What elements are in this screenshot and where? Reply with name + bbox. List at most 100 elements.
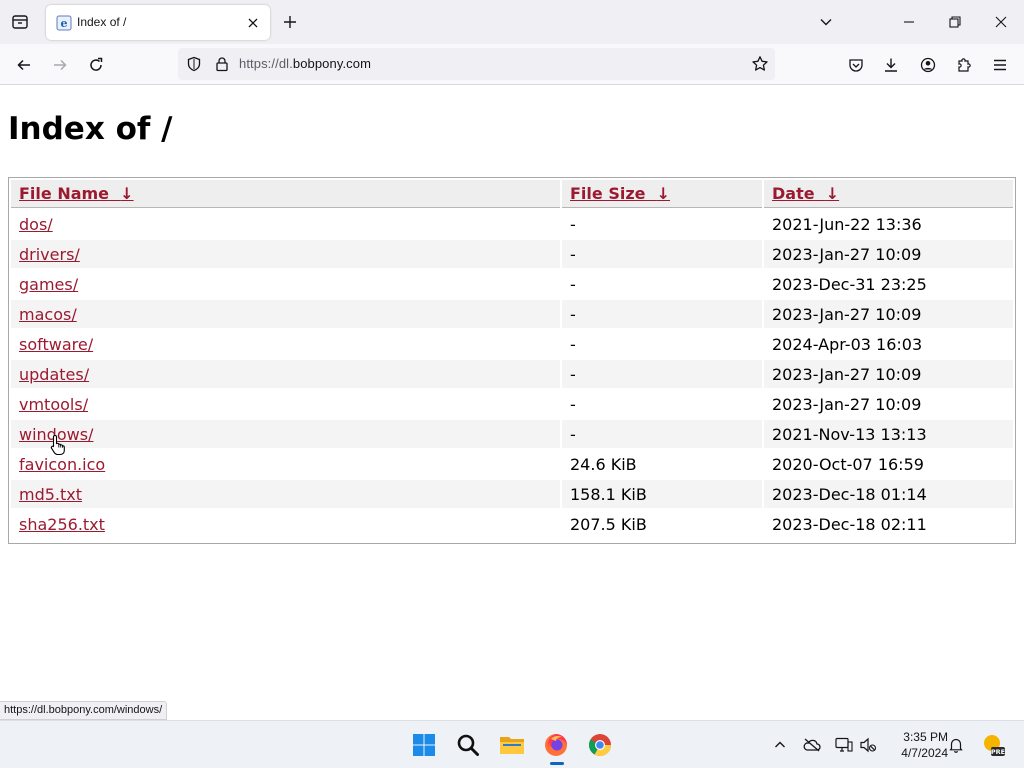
header-file-size: File Size ↓ — [562, 180, 762, 208]
file-name-cell: drivers/ — [11, 240, 560, 268]
file-link[interactable]: favicon.ico — [19, 455, 105, 474]
clock-time: 3:35 PM — [903, 730, 948, 744]
file-name-cell: windows/ — [11, 420, 560, 448]
file-size-cell: - — [562, 300, 762, 328]
tracking-protection-shield-icon[interactable] — [186, 56, 202, 72]
file-size-cell: 24.6 KiB — [570, 454, 637, 474]
table-row: vmtools/ - 2023-Jan-27 10:09 — [11, 390, 1013, 418]
table-row: favicon.ico 24.6 KiB 2020-Oct-07 16:59 — [11, 450, 1013, 478]
weather-preview-icon[interactable]: PRE — [980, 732, 1006, 758]
file-link[interactable]: updates/ — [19, 365, 89, 384]
file-size-cell: 158.1 KiB — [562, 480, 762, 508]
search-icon[interactable] — [453, 730, 483, 760]
sort-by-size-link[interactable]: File Size ↓ — [570, 184, 670, 203]
start-icon[interactable] — [409, 730, 439, 760]
file-date-cell: 2021-Jun-22 13:36 — [772, 214, 922, 234]
table-row: macos/ - 2023-Jan-27 10:09 — [11, 300, 1013, 328]
table-row: drivers/ - 2023-Jan-27 10:09 — [11, 240, 1013, 268]
table-row: sha256.txt 207.5 KiB 2023-Dec-18 02:11 — [11, 510, 1013, 538]
file-link[interactable]: dos/ — [19, 215, 53, 234]
page-title: Index of / — [8, 111, 173, 147]
ie-page-icon: e — [56, 15, 72, 31]
file-explorer-icon[interactable] — [497, 730, 527, 760]
bookmark-star-icon[interactable] — [751, 55, 769, 73]
table-row: dos/ - 2021-Jun-22 13:36 — [11, 210, 1013, 238]
header-date: Date ↓ — [764, 180, 1013, 208]
file-size-cell: - — [562, 240, 762, 268]
windows-taskbar: 3:35 PM 4/7/2024 PRE — [0, 720, 1024, 768]
onedrive-offline-icon[interactable] — [802, 735, 822, 755]
url-domain: bobpony.com — [292, 56, 372, 71]
file-link[interactable]: drivers/ — [19, 245, 80, 264]
close-tab-icon[interactable] — [244, 14, 262, 32]
file-table: File Name ↓ File Size ↓ Date ↓ dos/ - 20… — [9, 178, 1015, 540]
tab-index-of[interactable]: e Index of / — [46, 5, 270, 40]
restore-window-icon[interactable] — [945, 12, 965, 32]
file-link[interactable]: windows/ — [19, 425, 93, 444]
minimize-window-icon[interactable] — [899, 12, 919, 32]
lock-icon[interactable] — [214, 56, 230, 72]
new-tab-plus-icon[interactable] — [280, 12, 300, 32]
list-all-tabs-chevron-icon[interactable] — [816, 12, 836, 32]
file-link[interactable]: sha256.txt — [19, 515, 105, 534]
url-text[interactable]: https://dl.bobpony.com — [239, 56, 371, 71]
firefox-icon[interactable] — [541, 730, 571, 760]
taskbar-clock[interactable]: 3:35 PM 4/7/2024 — [890, 729, 948, 761]
file-date-cell: 2023-Jan-27 10:09 — [764, 360, 1013, 388]
file-date-cell: 2024-Apr-03 16:03 — [772, 334, 923, 354]
chrome-icon[interactable] — [585, 730, 615, 760]
back-arrow-icon[interactable] — [12, 53, 36, 77]
file-link[interactable]: software/ — [19, 335, 93, 354]
file-size-cell: - — [570, 214, 576, 234]
file-name-cell: dos/ — [11, 210, 560, 238]
sort-arrow-icon: ↓ — [656, 184, 671, 203]
file-link[interactable]: md5.txt — [19, 485, 82, 504]
forward-arrow-icon[interactable] — [48, 53, 72, 77]
file-link[interactable]: games/ — [19, 275, 78, 294]
file-size-cell: - — [570, 394, 576, 414]
table-row: games/ - 2023-Dec-31 23:25 — [11, 270, 1013, 298]
active-app-indicator — [550, 762, 564, 765]
file-link[interactable]: vmtools/ — [19, 395, 88, 414]
sort-by-name-link[interactable]: File Name ↓ — [19, 184, 134, 203]
file-size-cell: - — [562, 360, 762, 388]
reload-icon[interactable] — [84, 53, 108, 77]
table-row: md5.txt 158.1 KiB 2023-Dec-18 01:14 — [11, 480, 1013, 508]
file-name-cell: sha256.txt — [11, 510, 560, 538]
file-name-cell: favicon.ico — [11, 450, 560, 478]
address-bar[interactable]: https://dl.bobpony.com — [178, 48, 775, 80]
pocket-icon[interactable] — [845, 54, 867, 76]
file-link[interactable]: macos/ — [19, 305, 77, 324]
file-name-cell: md5.txt — [11, 480, 560, 508]
file-date-cell: 2020-Oct-07 16:59 — [772, 454, 924, 474]
directory-listing: File Name ↓ File Size ↓ Date ↓ dos/ - 20… — [8, 177, 1016, 544]
tab-title: Index of / — [77, 15, 127, 29]
file-size-cell: 207.5 KiB — [570, 514, 647, 534]
extensions-puzzle-icon[interactable] — [953, 54, 975, 76]
volume-muted-icon[interactable] — [858, 735, 878, 755]
file-name-cell: macos/ — [11, 300, 560, 328]
file-date-cell: 2023-Jan-27 10:09 — [764, 240, 1013, 268]
sort-arrow-icon: ↓ — [825, 184, 840, 203]
svg-text:e: e — [61, 17, 68, 30]
file-size-cell: - — [570, 334, 576, 354]
menu-hamburger-icon[interactable] — [989, 54, 1011, 76]
browser-titlebar: e Index of / — [0, 0, 1024, 44]
downloads-icon[interactable] — [880, 54, 902, 76]
tab-list-icon[interactable] — [8, 10, 32, 34]
account-icon[interactable] — [917, 54, 939, 76]
sort-by-date-link[interactable]: Date ↓ — [772, 184, 839, 203]
show-hidden-icons-chevron-icon[interactable] — [770, 735, 790, 755]
header-file-name: File Name ↓ — [11, 180, 560, 208]
file-name-cell: vmtools/ — [11, 390, 560, 418]
clock-date: 4/7/2024 — [901, 746, 948, 760]
weather-badge-label: PRE — [991, 748, 1005, 756]
file-name-cell: games/ — [11, 270, 560, 298]
notification-bell-icon[interactable] — [946, 735, 966, 755]
table-row: software/ - 2024-Apr-03 16:03 — [11, 330, 1013, 358]
table-row: updates/ - 2023-Jan-27 10:09 — [11, 360, 1013, 388]
file-date-cell: 2023-Jan-27 10:09 — [764, 300, 1013, 328]
network-icon[interactable] — [834, 735, 854, 755]
file-date-cell: 2023-Dec-18 02:11 — [772, 514, 927, 534]
close-window-icon[interactable] — [991, 12, 1011, 32]
